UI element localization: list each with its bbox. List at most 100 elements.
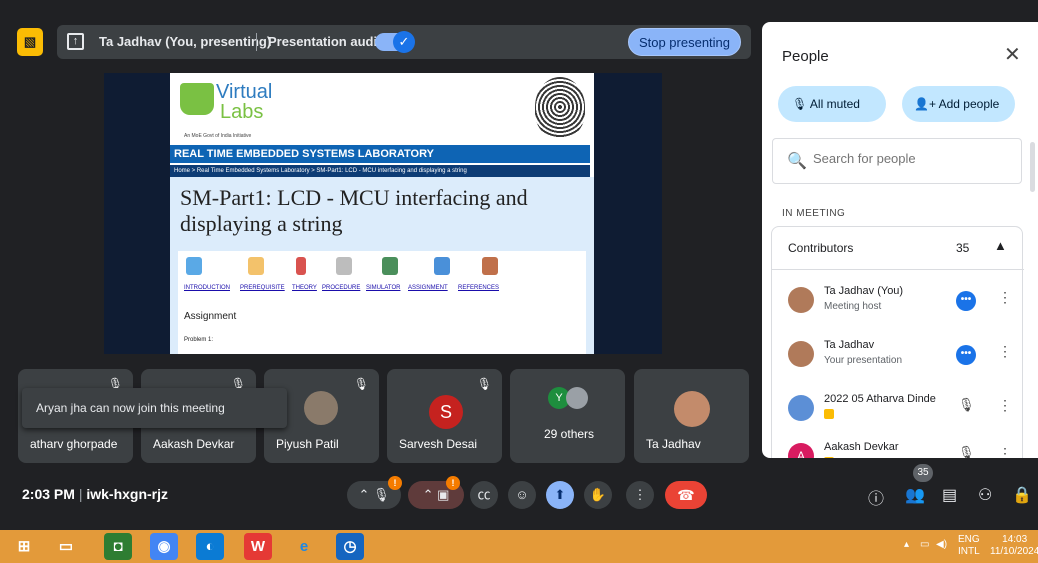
clock[interactable]: 14:03 11/10/2024 xyxy=(990,534,1038,558)
presentation-audio-toggle[interactable]: ✓ xyxy=(375,31,415,53)
section-label: IN MEETING xyxy=(782,208,846,219)
clock-time: 14:03 xyxy=(1002,534,1028,545)
kebab-menu-icon[interactable]: ⋮ xyxy=(998,445,1012,458)
activities-icon[interactable]: ⚇ xyxy=(978,485,992,505)
host-controls-icon[interactable]: 🔒 xyxy=(1012,485,1032,505)
add-person-icon: 👤+ xyxy=(914,97,939,111)
raised-hand-tag-icon xyxy=(824,409,834,419)
more-options-icon[interactable]: ••• xyxy=(956,345,976,365)
search-input[interactable] xyxy=(813,151,1013,166)
info-icon[interactable]: ⓘ xyxy=(868,485,884,509)
tab-procedure[interactable]: PROCEDURE xyxy=(322,285,360,291)
kebab-menu-icon[interactable]: ⋮ xyxy=(998,343,1012,360)
participant-name: Piyush Patil xyxy=(276,437,339,451)
others-tile[interactable]: Y 29 others xyxy=(510,369,625,463)
all-muted-label: All muted xyxy=(809,97,860,111)
shared-screen: Virtual Labs An MoE Govt of India Initia… xyxy=(104,73,662,354)
mic-off-icon[interactable]: 🎙 xyxy=(958,445,975,458)
internet-explorer-icon[interactable]: e xyxy=(290,533,318,560)
chevron-up-icon[interactable]: ⌃ xyxy=(423,487,434,502)
language-code: ENG xyxy=(958,534,980,545)
participant-tile[interactable]: 🎙 S Sarvesh Desai xyxy=(387,369,502,463)
tab-theory[interactable]: THEORY xyxy=(292,285,317,291)
more-options-icon[interactable]: ⋮ xyxy=(626,481,654,509)
top-bar: ▧ ↑ Ta Jadhav (You, presenting) Presenta… xyxy=(0,0,760,80)
input-language[interactable]: ENG INTL xyxy=(958,534,980,558)
participant-name: Sarvesh Desai xyxy=(399,437,478,451)
divider xyxy=(772,269,1024,270)
kebab-menu-icon[interactable]: ⋮ xyxy=(998,289,1012,306)
participant-photo xyxy=(566,387,588,409)
edge-icon[interactable]: ◐ xyxy=(196,533,224,560)
clock-app-icon[interactable]: ◷ xyxy=(336,533,364,560)
mic-icon[interactable]: 🎙 xyxy=(373,487,390,502)
chevron-up-icon[interactable]: ⌃ xyxy=(358,487,369,502)
lab-title-banner: REAL TIME EMBEDDED SYSTEMS LABORATORY xyxy=(170,145,590,163)
raise-hand-icon[interactable]: ✋ xyxy=(584,481,612,509)
mic-off-icon[interactable]: 🎙 xyxy=(958,397,975,413)
participant-name: Aakash Devkar xyxy=(153,437,235,451)
participant-photo xyxy=(674,391,710,427)
file-explorer-icon[interactable]: ▭ xyxy=(52,533,80,560)
book-icon[interactable] xyxy=(296,257,306,275)
emoji-icon[interactable]: ☺ xyxy=(508,481,536,509)
contributors-count: 35 xyxy=(956,241,970,255)
presenter-label: Ta Jadhav (You, presenting) xyxy=(99,34,272,49)
books-icon[interactable] xyxy=(482,257,498,275)
participant-avatar: S xyxy=(429,395,463,429)
more-options-icon[interactable]: ••• xyxy=(956,291,976,311)
participant-row: A Aakash Devkar 🎙 ⋮ xyxy=(772,433,1024,458)
keyboard-layout: INTL xyxy=(958,546,980,557)
participant-tile[interactable]: Ta Jadhav xyxy=(634,369,749,463)
all-muted-button[interactable]: 🎙 All muted xyxy=(778,86,886,122)
chevron-up-icon[interactable]: ▲ xyxy=(994,238,1007,253)
divider xyxy=(256,33,257,51)
camera-off-icon[interactable]: ▣ xyxy=(437,487,449,502)
chrome-icon[interactable]: ◉ xyxy=(150,533,178,560)
tab-prerequisite[interactable]: PREREQUISITE xyxy=(240,285,285,291)
meeting-code[interactable]: iwk-hxgn-rjz xyxy=(86,486,168,502)
tray-chevron-icon[interactable]: ▴ xyxy=(904,539,909,550)
captions-icon[interactable]: ㏄ xyxy=(470,481,498,509)
add-people-button[interactable]: 👤+ Add people xyxy=(902,86,1015,122)
scrollbar[interactable] xyxy=(1030,142,1035,192)
avatar xyxy=(788,287,814,313)
camera-warning-badge: ! xyxy=(446,476,460,490)
people-icon[interactable] xyxy=(186,257,202,275)
raised-hand-tag-icon xyxy=(824,457,834,458)
chat-icon[interactable]: ▤ xyxy=(942,485,957,505)
network-icon[interactable]: ▭ xyxy=(920,539,929,550)
monitor-icon[interactable] xyxy=(382,257,398,275)
leave-call-button[interactable]: ☎ xyxy=(665,481,707,509)
store-icon[interactable]: ◘ xyxy=(104,533,132,560)
pencil-icon[interactable] xyxy=(248,257,264,275)
tab-introduction[interactable]: INTRODUCTION xyxy=(184,285,230,291)
contributors-label[interactable]: Contributors xyxy=(788,241,853,255)
people-panel: People ✕ 🎙 All muted 👤+ Add people 🔍 IN … xyxy=(762,22,1038,458)
wps-icon[interactable]: W xyxy=(244,533,272,560)
presenting-bar: ↑ Ta Jadhav (You, presenting) Presentati… xyxy=(57,25,751,59)
present-screen-icon[interactable]: ⬆ xyxy=(546,481,574,509)
kebab-menu-icon[interactable]: ⋮ xyxy=(998,397,1012,414)
gears-icon[interactable] xyxy=(336,257,352,275)
assignment-icon[interactable] xyxy=(434,257,450,275)
participant-name: Ta Jadhav xyxy=(824,339,875,351)
meeting-info: 2:03 PM | iwk-hxgn-rjz xyxy=(22,486,168,502)
logo-line2: Labs xyxy=(220,101,264,123)
search-box[interactable]: 🔍 xyxy=(772,138,1022,184)
others-count: 29 others xyxy=(544,427,595,441)
tab-references[interactable]: REFERENCES xyxy=(458,285,499,291)
tab-simulator[interactable]: SIMULATOR xyxy=(366,285,400,291)
volume-icon[interactable]: ◀) xyxy=(936,539,947,550)
tab-assignment[interactable]: ASSIGNMENT xyxy=(408,285,448,291)
windows-start-icon[interactable]: ⊞ xyxy=(10,533,38,560)
participant-role: Your presentation xyxy=(824,355,903,366)
breadcrumb[interactable]: Home > Real Time Embedded Systems Labora… xyxy=(170,165,590,177)
meet-app-icon[interactable]: ▧ xyxy=(17,28,43,56)
mic-off-icon: 🎙 xyxy=(476,377,492,391)
presentation-audio-label: Presentation audio xyxy=(268,34,386,49)
close-icon[interactable]: ✕ xyxy=(1004,42,1021,67)
people-icon[interactable]: 👥 xyxy=(905,485,925,505)
stop-presenting-button[interactable]: Stop presenting xyxy=(628,28,741,56)
participant-name: Aakash Devkar xyxy=(824,441,899,453)
